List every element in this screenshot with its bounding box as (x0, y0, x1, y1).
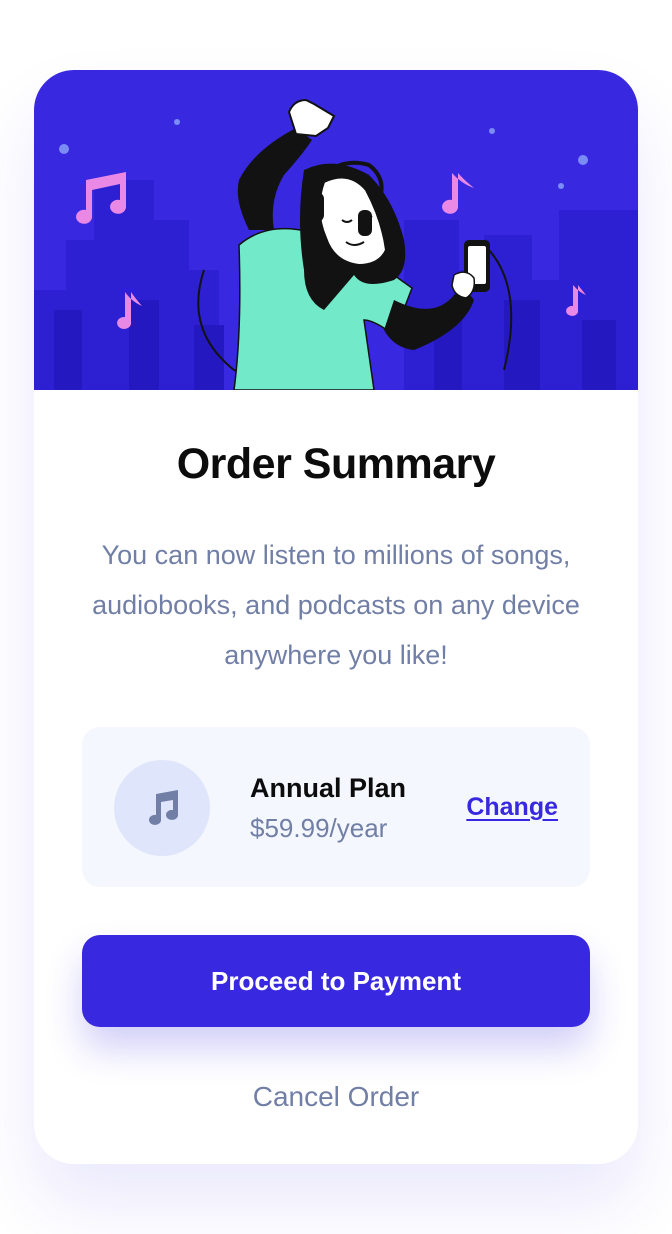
hero-illustration (34, 70, 638, 390)
cancel-order-button[interactable]: Cancel Order (82, 1072, 590, 1122)
page-title: Order Summary (176, 440, 496, 488)
plan-name: Annual Plan (250, 773, 407, 803)
plan-icon-circle (114, 760, 210, 856)
order-description: You can now listen to millions of songs,… (92, 540, 580, 670)
change-plan-link[interactable]: Change (466, 793, 558, 822)
plan-price: $59.99/year (250, 813, 388, 843)
proceed-to-payment-button[interactable]: Proceed to Payment (82, 935, 590, 1027)
music-note-icon (149, 790, 178, 825)
plan-summary-box: Annual Plan $59.99/year Change (82, 727, 590, 887)
dancing-listener-illustration (34, 98, 638, 390)
